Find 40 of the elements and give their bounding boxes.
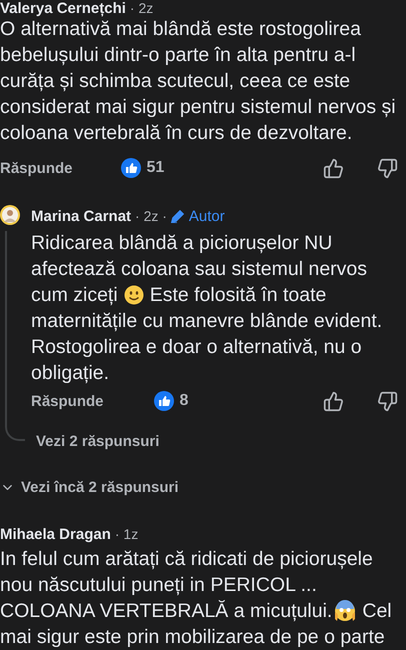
comment-text: O alternativă mai blândă este rostogolirea [0,17,361,42]
comment-text: considerat mai sigur pentru sistemul nervos și [0,95,396,120]
comment-text: obligație. [31,361,110,386]
like-count: 8 [180,392,188,410]
thumbs-down-icon[interactable] [377,390,398,412]
comment-text: Este folosită în toate [150,283,326,308]
avatar-icon[interactable] [0,205,20,225]
pencil-icon [170,209,185,223]
comment-text: coloana vertebrală în curs de dezvoltare. [0,121,352,146]
comment-time: · 2z · [135,208,167,224]
thumbs-up-icon[interactable] [323,158,344,178]
smiley-emoji-icon [124,285,144,305]
thumbs-up-icon[interactable] [323,390,344,412]
like-count: 51 [146,159,164,177]
screaming-emoji-icon [334,600,356,622]
author-name[interactable]: Mihaela Dragan [0,526,111,542]
comment-text: bebelușului dintr-o parte în alta pentru a-l [0,43,356,68]
comment-text: Cel [362,599,392,624]
comment-text: In felul cum arătați că ridicati de piciorușele [0,547,373,572]
comment-text: cum ziceți [31,283,118,308]
view-replies-link[interactable]: Vezi 2 răspunsuri [36,430,406,452]
view-more-replies-link[interactable]: Vezi încă 2 răspunsuri [0,476,406,498]
comment-text: curăța și schimba scutecul, ceea ce este [0,69,350,94]
like-icon [154,391,174,411]
author-name[interactable]: Marina Carnat [31,208,132,224]
comment-text: nou născutului puneți in PERICOL ... [0,573,317,598]
thumbs-down-icon[interactable] [377,158,398,178]
reply-link[interactable]: Răspunde [0,160,73,176]
comment-text: afectează coloana sau sistemul nervos [31,257,368,282]
comment-text: Rostogolirea e doar o alternativă, nu o [31,335,362,360]
comment-time: · 2z [130,0,154,16]
author-name[interactable]: Valerya Cernețchi [0,0,126,16]
author-label: Autor [188,208,225,224]
reply-link[interactable]: Răspunde [31,392,104,410]
comment-time: · 1z [114,526,138,542]
comment-text: mai sigur este prin mobilizarea de pe o parte [0,625,385,650]
comment-text: Ridicarea blândă a piciorușelor NU [31,231,332,256]
comment-text: maternitățile cu manevre blânde evident. [31,309,382,334]
like-icon [120,158,141,178]
comment-text: COLOANA VERTEBRALĂ a micuțului. [0,599,332,624]
